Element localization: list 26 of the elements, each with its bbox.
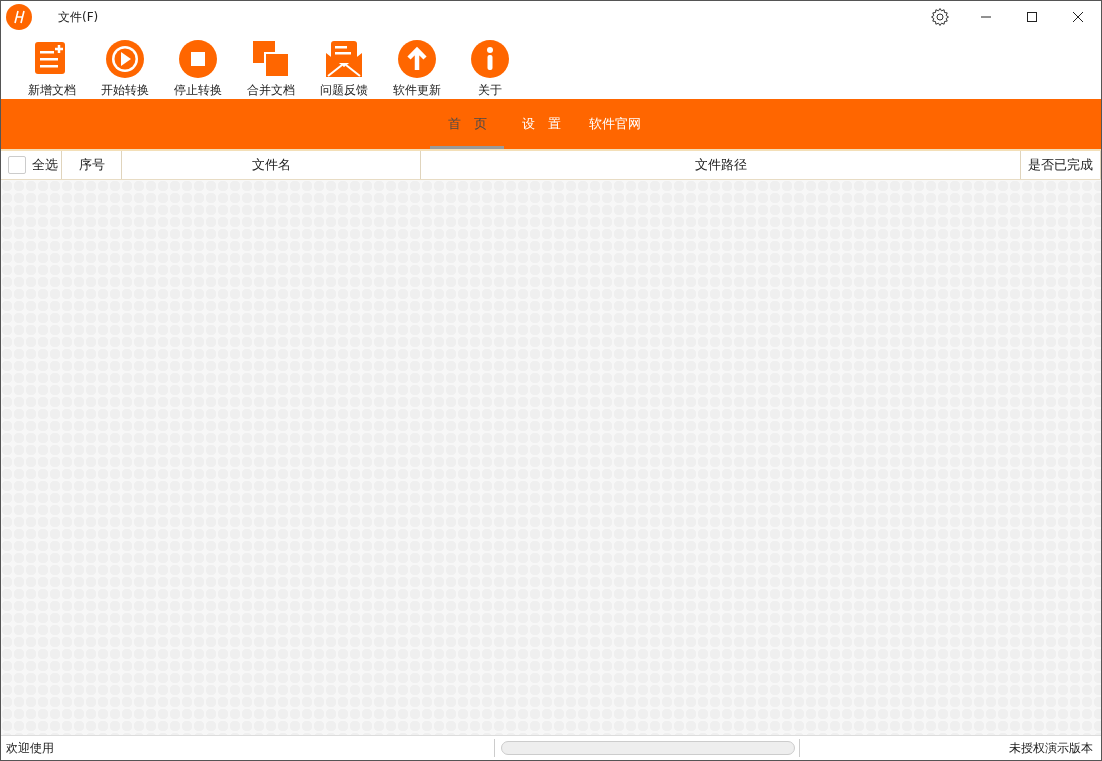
overlapping-squares-icon	[250, 39, 291, 79]
column-header[interactable]: 文件路径	[421, 151, 1021, 179]
checkbox[interactable]	[8, 156, 26, 174]
settings-icon	[930, 7, 950, 27]
toolbar-button[interactable]: 开始转换	[88, 33, 161, 99]
column-header[interactable]: 是否已完成	[1021, 151, 1101, 179]
toolbar-button[interactable]: 问题反馈	[307, 33, 380, 99]
menu-item[interactable]: 文件(F)	[58, 8, 99, 26]
envelope-icon	[323, 39, 364, 79]
toolbar-button[interactable]: 停止转换	[161, 33, 234, 99]
close-icon	[1072, 11, 1084, 23]
column-header[interactable]: 序号	[62, 151, 122, 179]
info-icon	[469, 39, 510, 79]
play-icon	[104, 39, 145, 79]
app-logo-icon	[6, 4, 32, 30]
toolbar-button[interactable]: 新增文档	[15, 33, 88, 99]
toolbar-button[interactable]: 软件更新	[380, 33, 453, 99]
select-all-label: 全选	[32, 156, 58, 174]
status-message: 欢迎使用	[5, 739, 54, 757]
stop-icon	[177, 39, 218, 79]
column-header[interactable]: 文件名	[122, 151, 421, 179]
license-text: 未授权演示版本	[1009, 739, 1093, 757]
toolbar-button[interactable]: 合并文档	[234, 33, 307, 99]
select-all-checkbox[interactable]: 全选	[1, 151, 62, 179]
maximize-icon	[1026, 11, 1038, 23]
toolbar-button[interactable]: 关于	[453, 33, 526, 99]
